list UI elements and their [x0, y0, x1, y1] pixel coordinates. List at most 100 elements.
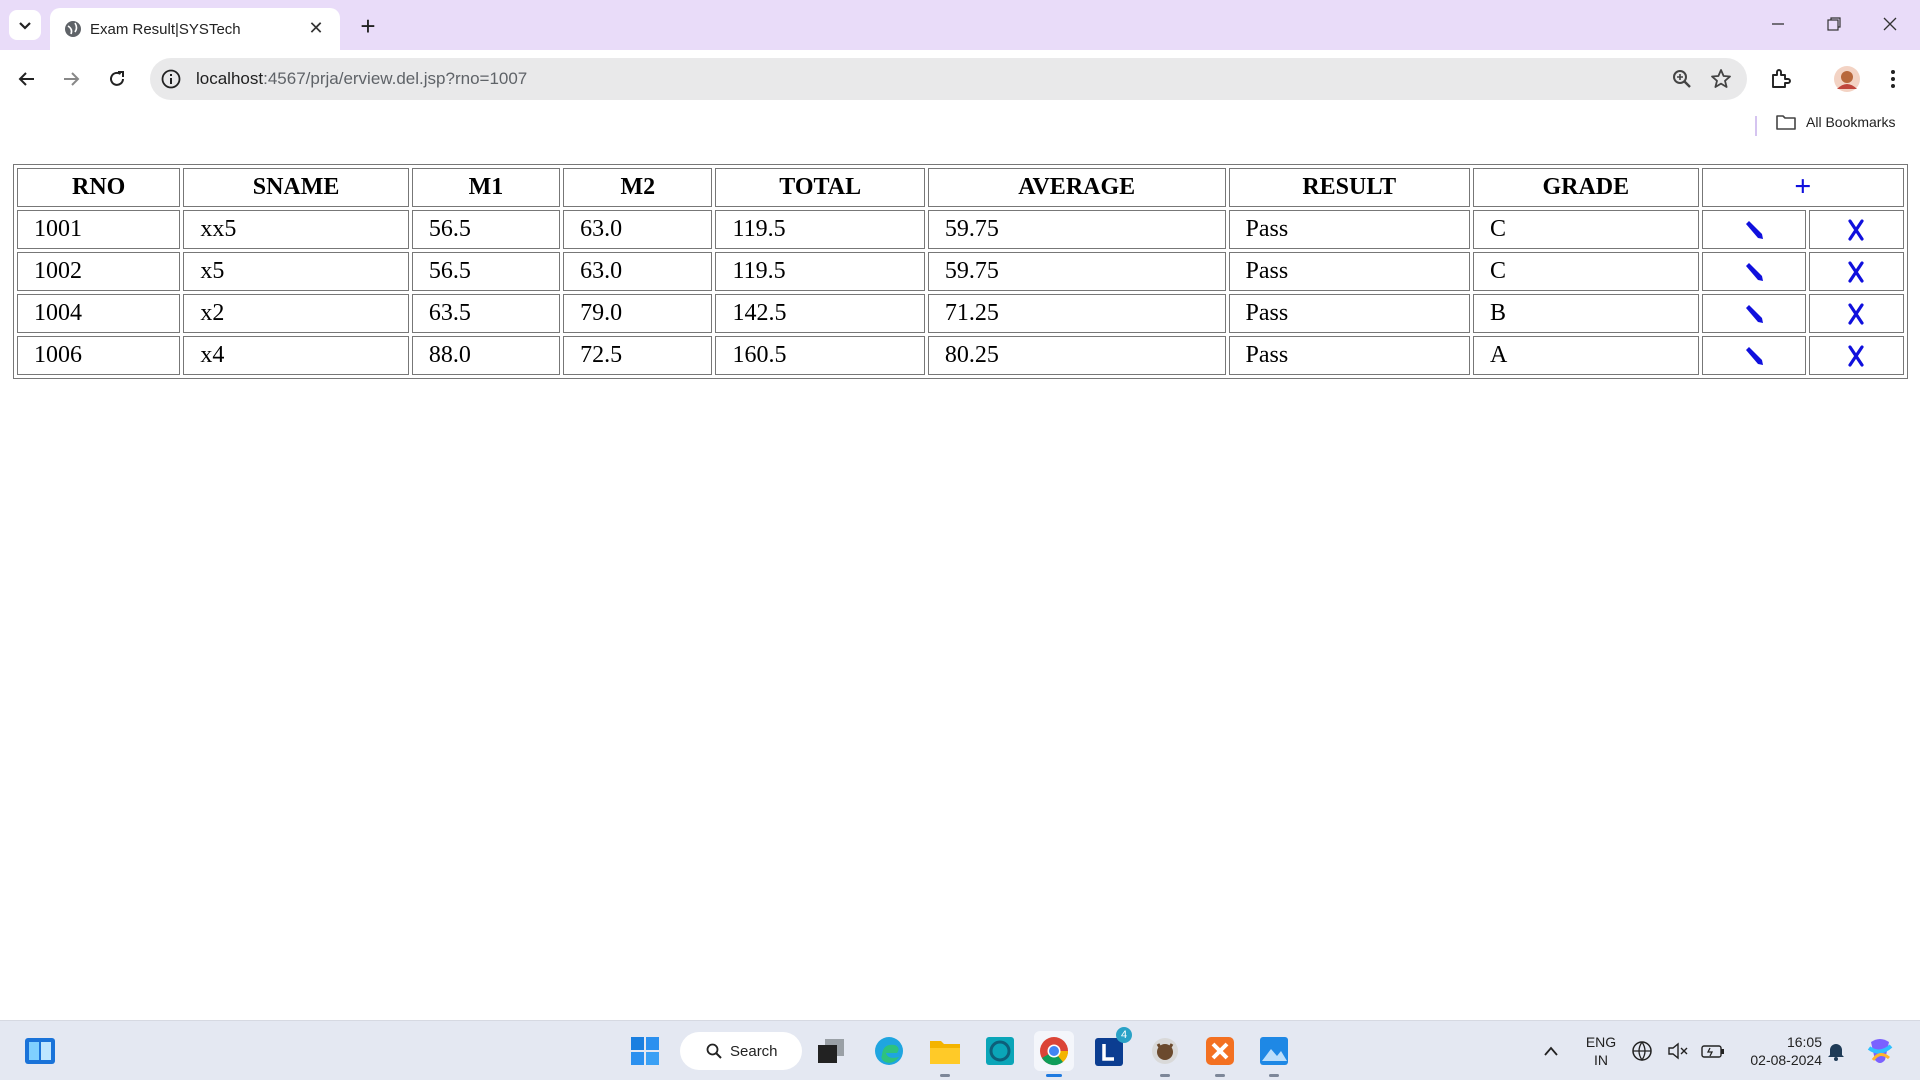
chrome-icon[interactable] — [1034, 1031, 1074, 1077]
zoom-icon[interactable] — [1670, 67, 1694, 91]
tomcat-icon[interactable] — [1145, 1031, 1185, 1077]
bookmarks-separator — [1755, 116, 1757, 136]
cell-average: 59.75 — [927, 210, 1226, 249]
edit-icon[interactable] — [1743, 261, 1765, 283]
table-row: 1004 x2 63.5 79.0 142.5 71.25 Pass B — [17, 294, 1904, 333]
cell-grade: A — [1473, 336, 1699, 375]
active-indicator — [1046, 1074, 1062, 1077]
delete-icon[interactable] — [1845, 219, 1867, 242]
region-code: IN — [1594, 1052, 1608, 1068]
cell-sname: x4 — [183, 336, 409, 375]
header-rno: RNO — [17, 168, 181, 207]
cell-average: 59.75 — [927, 252, 1226, 291]
cell-m2: 63.0 — [563, 210, 713, 249]
avatar[interactable] — [1828, 60, 1866, 98]
running-indicator — [940, 1074, 950, 1077]
cell-grade: C — [1473, 252, 1699, 291]
cell-average: 80.25 — [927, 336, 1226, 375]
xampp-icon[interactable] — [1200, 1031, 1240, 1077]
running-indicator — [1269, 1074, 1279, 1077]
star-icon[interactable] — [1709, 67, 1733, 91]
close-tab-icon[interactable]: ✕ — [304, 16, 328, 40]
cell-m2: 79.0 — [563, 294, 713, 333]
show-hidden-icons[interactable] — [1534, 1031, 1568, 1071]
widgets-icon[interactable] — [20, 1031, 60, 1071]
taskbar: Search 4 ENG IN 16:05 02-08-2024 — [0, 1020, 1920, 1080]
delete-icon[interactable] — [1845, 261, 1867, 284]
cell-m1: 88.0 — [411, 336, 561, 375]
taskbar-search[interactable]: Search — [680, 1032, 802, 1070]
address-bar[interactable]: localhost:4567/prja/erview.del.jsp?rno=1… — [150, 58, 1747, 100]
reload-icon[interactable] — [98, 60, 136, 98]
cell-total: 119.5 — [715, 210, 925, 249]
cell-rno: 1002 — [17, 252, 181, 291]
edge-icon[interactable] — [869, 1031, 909, 1071]
back-icon[interactable] — [8, 60, 46, 98]
cell-sname: x5 — [183, 252, 409, 291]
add-icon[interactable]: + — [1794, 170, 1811, 203]
cell-total: 119.5 — [715, 252, 925, 291]
header-result: RESULT — [1228, 168, 1471, 207]
tab-title: Exam Result|SYSTech — [90, 21, 241, 38]
header-sname: SNAME — [183, 168, 409, 207]
edit-icon[interactable] — [1743, 219, 1765, 241]
notifications-bell-icon[interactable] — [1822, 1031, 1850, 1071]
cell-result: Pass — [1228, 294, 1471, 333]
url-text[interactable]: localhost:4567/prja/erview.del.jsp?rno=1… — [196, 69, 527, 89]
forward-icon[interactable] — [52, 60, 90, 98]
edit-icon[interactable] — [1743, 303, 1765, 325]
results-table: RNO SNAME M1 M2 TOTAL AVERAGE RESULT GRA… — [13, 164, 1908, 379]
active-tab[interactable]: Exam Result|SYSTech ✕ — [50, 8, 340, 50]
cell-m1: 56.5 — [411, 210, 561, 249]
delete-icon[interactable] — [1845, 345, 1867, 368]
delete-cell — [1808, 336, 1904, 375]
running-indicator — [1160, 1074, 1170, 1077]
header-grade: GRADE — [1473, 168, 1699, 207]
delete-icon[interactable] — [1845, 303, 1867, 326]
all-bookmarks-label: All Bookmarks — [1806, 114, 1896, 130]
cell-m2: 72.5 — [563, 336, 713, 375]
add-cell: + — [1701, 168, 1904, 207]
menu-icon[interactable] — [1874, 60, 1912, 98]
app-icon[interactable] — [980, 1031, 1020, 1071]
minimize-icon[interactable] — [1750, 0, 1806, 48]
copilot-icon[interactable] — [1860, 1031, 1900, 1071]
header-row: RNO SNAME M1 M2 TOTAL AVERAGE RESULT GRA… — [17, 168, 1904, 207]
language-indicator[interactable]: ENG IN — [1578, 1033, 1624, 1069]
tab-list-button[interactable] — [9, 10, 41, 40]
header-m2: M2 — [563, 168, 713, 207]
table-row: 1006 x4 88.0 72.5 160.5 80.25 Pass A — [17, 336, 1904, 375]
folder-icon — [1776, 115, 1796, 130]
edit-icon[interactable] — [1743, 345, 1765, 367]
notification-badge: 4 — [1116, 1027, 1132, 1043]
chevron-down-icon — [19, 22, 31, 30]
table-row: 1002 x5 56.5 63.0 119.5 59.75 Pass C — [17, 252, 1904, 291]
cell-average: 71.25 — [927, 294, 1226, 333]
running-indicator — [1215, 1074, 1225, 1077]
task-view-icon[interactable] — [811, 1031, 851, 1071]
volume-muted-icon[interactable] — [1664, 1031, 1692, 1071]
browser-titlebar: Exam Result|SYSTech ✕ + — [0, 0, 1920, 50]
extensions-icon[interactable] — [1762, 60, 1800, 98]
header-total: TOTAL — [715, 168, 925, 207]
start-icon[interactable] — [625, 1031, 665, 1071]
all-bookmarks-button[interactable]: All Bookmarks — [1776, 114, 1895, 130]
delete-cell — [1808, 294, 1904, 333]
clock[interactable]: 16:05 02-08-2024 — [1732, 1033, 1822, 1069]
restore-icon[interactable] — [1806, 0, 1862, 48]
file-explorer-icon[interactable] — [925, 1031, 965, 1077]
cell-sname: xx5 — [183, 210, 409, 249]
network-icon[interactable] — [1628, 1031, 1656, 1071]
clock-time: 16:05 — [1786, 1034, 1822, 1050]
close-window-icon[interactable] — [1862, 0, 1918, 48]
cell-m1: 56.5 — [411, 252, 561, 291]
clock-date: 02-08-2024 — [1750, 1052, 1822, 1068]
new-tab-icon[interactable]: + — [352, 10, 384, 42]
lms-app-icon[interactable]: 4 — [1090, 1027, 1132, 1071]
cell-grade: B — [1473, 294, 1699, 333]
language-code: ENG — [1585, 1034, 1617, 1050]
photos-icon[interactable] — [1254, 1031, 1294, 1077]
battery-icon[interactable] — [1698, 1031, 1728, 1071]
page-content: RNO SNAME M1 M2 TOTAL AVERAGE RESULT GRA… — [0, 142, 1920, 1020]
site-info-icon[interactable] — [160, 68, 182, 90]
